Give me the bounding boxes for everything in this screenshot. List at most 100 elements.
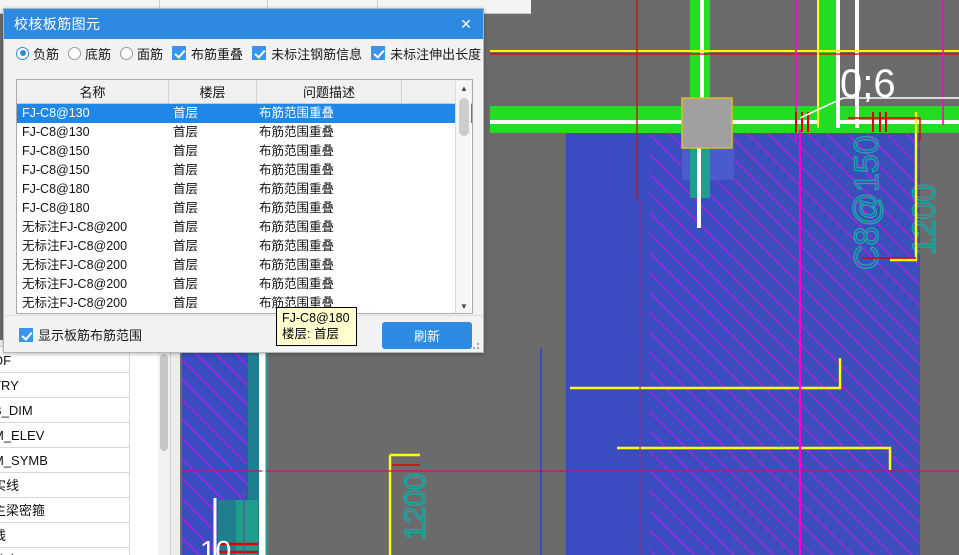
radio-icon-dijin[interactable] [68, 46, 82, 60]
cell-name: FJ-C8@150 [22, 144, 90, 158]
checkbox-option-overlap[interactable]: 布筋重叠 [172, 44, 243, 63]
checkbox-option-no-extension[interactable]: 未标注伸出长度 [371, 44, 481, 63]
cell-description: 布筋范围重叠 [259, 239, 335, 253]
cell-name: 无标注FJ-C8@200 [22, 239, 128, 253]
cell-floor: 首层 [173, 258, 199, 272]
checkbox-label-no-extension: 未标注伸出长度 [390, 46, 482, 62]
cell-floor: 首层 [173, 163, 199, 177]
checkbox-icon-no-extension[interactable] [371, 46, 386, 60]
cell-floor: 首层 [173, 106, 199, 120]
radio-option-dijin[interactable]: 底筋 [68, 44, 111, 63]
scroll-down-icon[interactable]: ▼ [456, 299, 472, 313]
check-slab-rebar-dialog: 校核板筋图元 ✕ 负筋 底筋 面筋 布筋重叠 未标注钢筋信息 未标注伸出长度 名… [3, 8, 484, 353]
table-row[interactable]: FJ-C8@130 首层 布筋范围重叠 [17, 104, 472, 123]
checkbox-label-no-rebar-info: 未标注钢筋信息 [271, 46, 363, 62]
cell-name: 无标注FJ-C8@200 [22, 258, 128, 272]
table-row[interactable]: FJ-C8@150 首层 布筋范围重叠 [17, 161, 472, 180]
table-row[interactable]: FJ-C8@180 首层 布筋范围重叠 [17, 199, 472, 218]
checkbox-icon-overlap[interactable] [172, 46, 187, 60]
layer-list-item[interactable]: 实线 [0, 473, 129, 498]
cell-description: 布筋范围重叠 [259, 163, 335, 177]
layer-list-item[interactable]: M_SYMB [0, 448, 129, 473]
layer-list-second-column [129, 348, 158, 555]
panel-edge-divider [170, 340, 180, 555]
checkbox-icon-no-rebar-info[interactable] [252, 46, 267, 60]
cell-description: 布筋范围重叠 [259, 220, 335, 234]
dim-label-mid: 1200 [398, 473, 432, 541]
checkbox-icon-show-range[interactable] [19, 327, 33, 342]
resize-grip[interactable] [470, 340, 480, 350]
column-header-desc[interactable]: 问题描述 [257, 80, 402, 103]
cell-floor: 首层 [173, 277, 199, 291]
layer-list-scrollbar[interactable] [158, 348, 170, 555]
cell-name: FJ-C8@180 [22, 182, 90, 196]
cell-name: 无标注FJ-C8@200 [22, 296, 128, 310]
svg-text:1200: 1200 [906, 184, 942, 255]
cell-floor: 首层 [173, 125, 199, 139]
layer-list-item[interactable]: M_ELEV [0, 423, 129, 448]
radio-label-mianjin: 面筋 [137, 46, 164, 62]
dialog-title-bar: 校核板筋图元 ✕ [4, 9, 483, 39]
dialog-footer: 显示板筋布筋范围 刷新 [4, 315, 483, 352]
cell-description: 布筋范围重叠 [259, 144, 335, 158]
cell-description: 布筋范围重叠 [259, 258, 335, 272]
cell-floor: 首层 [173, 144, 199, 158]
table-row[interactable]: FJ-C8@150 首层 布筋范围重叠 [17, 142, 472, 161]
cell-floor: 首层 [173, 201, 199, 215]
svg-text:1200: 1200 [399, 473, 432, 540]
cell-floor: 首层 [173, 296, 199, 310]
table-scrollbar[interactable]: ▲ ▼ [455, 81, 472, 313]
table-row[interactable]: FJ-C8@180 首层 布筋范围重叠 [17, 180, 472, 199]
cell-description: 布筋范围重叠 [259, 106, 335, 120]
checkbox-label-show-range: 显示板筋布筋范围 [38, 328, 143, 343]
cell-description: 布筋范围重叠 [259, 182, 335, 196]
cell-name: FJ-C8@150 [22, 163, 90, 177]
table-scroll-thumb[interactable] [459, 98, 469, 136]
table-body[interactable]: FJ-C8@130 首层 布筋范围重叠 FJ-C8@130 首层 布筋范围重叠 FJ-C8@… [17, 104, 472, 313]
svg-text:C8@150: C8@150 [848, 135, 886, 270]
tooltip-line-2: 楼层: 首层 [282, 327, 339, 341]
cell-name: FJ-C8@130 [22, 106, 90, 120]
layer-list-item[interactable]: 线 [0, 523, 129, 548]
layer-list-panel: OFTRYB_DIMM_ELEVM_SYMB实线主梁密箍线填充线 [0, 340, 180, 555]
layer-list-item[interactable]: 填充 [0, 548, 129, 555]
row-tooltip: FJ-C8@180 楼层: 首层 [276, 307, 357, 346]
checkbox-option-show-range[interactable]: 显示板筋布筋范围 [19, 325, 142, 344]
cell-description: 布筋范围重叠 [259, 201, 335, 215]
cell-name: FJ-C8@130 [22, 125, 90, 139]
table-row[interactable]: FJ-C8@130 首层 布筋范围重叠 [17, 123, 472, 142]
table-row[interactable]: 无标注FJ-C8@200 首层 布筋范围重叠 [17, 294, 472, 313]
table-row[interactable]: 无标注FJ-C8@200 首层 布筋范围重叠 [17, 237, 472, 256]
scroll-up-icon[interactable]: ▲ [456, 81, 472, 96]
checkbox-option-no-rebar-info[interactable]: 未标注钢筋信息 [252, 44, 362, 63]
cell-description: 布筋范围重叠 [259, 277, 335, 291]
layer-list[interactable]: OFTRYB_DIMM_ELEVM_SYMB实线主梁密箍线填充线 [0, 348, 129, 555]
table-row[interactable]: 无标注FJ-C8@200 首层 布筋范围重叠 [17, 256, 472, 275]
checkbox-label-overlap: 布筋重叠 [191, 46, 244, 62]
refresh-button[interactable]: 刷新 [382, 322, 472, 349]
dim-label-right: 1200 [905, 183, 942, 256]
table-row[interactable]: 无标注FJ-C8@200 首层 布筋范围重叠 [17, 275, 472, 294]
radio-option-fujin[interactable]: 负筋 [16, 44, 59, 63]
layer-list-scroll-thumb[interactable] [160, 354, 168, 451]
table-row[interactable]: 无标注FJ-C8@200 首层 布筋范围重叠 [17, 218, 472, 237]
layer-list-item[interactable]: B_DIM [0, 398, 129, 423]
radio-icon-fujin[interactable] [16, 46, 29, 60]
layer-list-item[interactable]: 主梁密箍 [0, 498, 129, 523]
layer-list-item[interactable]: TRY [0, 373, 129, 398]
radio-option-mianjin[interactable]: 面筋 [120, 44, 163, 63]
tooltip-line-1: FJ-C8@180 [282, 311, 350, 325]
cell-description: 布筋范围重叠 [259, 125, 335, 139]
issues-table: 名称 楼层 问题描述 FJ-C8@130 首层 布筋范围重叠 FJ-C8@130 首层布… [16, 79, 473, 314]
dim-label-top-right: 0;6 [840, 62, 896, 106]
dialog-title: 校核板筋图元 [14, 16, 101, 32]
radio-icon-mianjin[interactable] [120, 46, 134, 60]
cell-name: FJ-C8@180 [22, 201, 90, 215]
column-header-name[interactable]: 名称 [17, 80, 169, 103]
cell-name: 无标注FJ-C8@200 [22, 220, 128, 234]
radio-label-fujin: 负筋 [33, 46, 60, 62]
table-header-row: 名称 楼层 问题描述 [17, 80, 472, 104]
close-icon[interactable]: ✕ [449, 9, 483, 39]
column-header-floor[interactable]: 楼层 [169, 80, 257, 103]
cell-floor: 首层 [173, 220, 199, 234]
